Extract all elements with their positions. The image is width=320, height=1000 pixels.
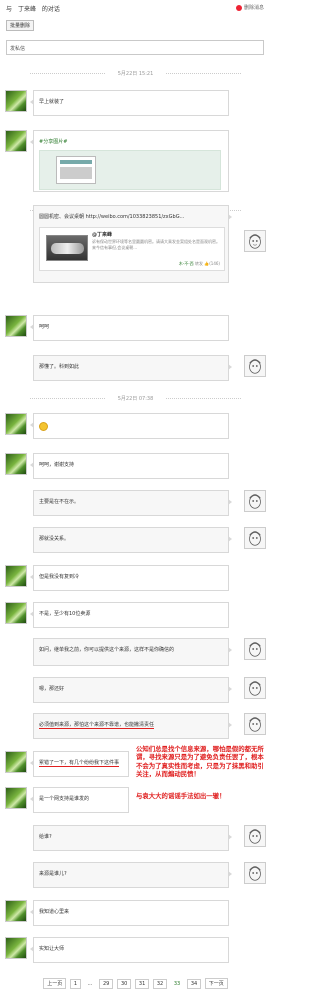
message-bubble: 圆圆机密、会议桌朝 http://weibo.com/1033823851/zx…	[33, 205, 232, 283]
avatar[interactable]	[5, 900, 27, 922]
contact-name[interactable]: 丁来峰	[18, 6, 36, 13]
message-bubble: 必须值到来源，那怕这个来源不靠谱，也能撇清责任	[33, 713, 232, 739]
message-bubble: 呵呵	[30, 315, 229, 341]
card-text: 诉有保动世界环境等名里圆圆机密。请请大乘发金案组处名是面观机密。来今信有事但,会…	[92, 239, 220, 250]
message-bubble: 来源是谁儿?	[33, 862, 232, 888]
message-bubble: 嗯，那还好	[33, 677, 232, 703]
message-bubble: 不是，至少有10位卖源	[30, 602, 229, 628]
avatar[interactable]	[244, 677, 266, 699]
avatar[interactable]	[244, 527, 266, 549]
conversation-list: 5月22日 15:21 早上就装了 #分享图片# 5月22日 07:48 圆圆机…	[0, 65, 271, 970]
message-bubble: 我知道心里来	[30, 900, 229, 926]
message-bubble: 那懂了。科到如此	[33, 355, 232, 381]
delete-icon	[235, 4, 242, 11]
page-link[interactable]: 30	[116, 979, 132, 989]
weibo-share-card[interactable]: @丁来峰 诉有保动世界环境等名里圆圆机密。请请大乘发金案组处名是面观机密。来今信…	[39, 227, 225, 271]
avatar[interactable]	[244, 355, 266, 377]
card-thumbnail[interactable]	[46, 235, 88, 261]
batch-delete-button[interactable]: 批量删除	[6, 20, 35, 31]
timestamp-divider: 5月22日 15:21	[0, 70, 271, 77]
message-bubble: 实知让大师	[30, 937, 229, 963]
message-bubble: 给谁?	[33, 825, 232, 851]
toolbar: 批量删除	[6, 20, 35, 31]
annotation-text: 与袁大大的谣谣手法如出一辙！	[136, 792, 226, 800]
avatar[interactable]	[5, 453, 27, 475]
message-bubble: 如问，继单我之前，你可以提供这个来源，这样不是你确信的	[33, 638, 232, 666]
annotation-text: 公知们总是找个信息来源，哪怕是假的都无所谓，寻找来源只是为了避免负责任罢了，根本…	[136, 745, 264, 779]
shared-image[interactable]	[39, 150, 221, 190]
avatar[interactable]	[244, 638, 266, 660]
message-bubble: 呵呵，谢谢支持	[30, 453, 229, 479]
page-ellipsis: ...	[84, 980, 96, 988]
smile-emoji-icon	[39, 422, 48, 431]
avatar[interactable]	[5, 90, 27, 112]
delete-messages-link[interactable]: 删除消息	[235, 4, 264, 11]
card-username[interactable]: @丁来峰	[92, 232, 112, 239]
avatar[interactable]	[5, 787, 27, 809]
current-page: 33	[170, 980, 184, 988]
card-footer: 木-不-西 转发 👍(146)	[178, 261, 220, 266]
avatar[interactable]	[244, 230, 266, 252]
message-bubble: 那就没关系。	[33, 527, 232, 553]
message-bubble: 累错了一下，有几个纷纷我下这件事	[30, 751, 129, 777]
avatar[interactable]	[244, 490, 266, 512]
message-bubble: 但是我没有复到冷	[30, 565, 229, 591]
message-bubble	[30, 413, 229, 439]
timestamp-divider: 5月22日 07:38	[0, 395, 271, 402]
page-link[interactable]: 29	[98, 979, 114, 989]
message-input[interactable]: 发私信	[6, 40, 264, 55]
prev-page-button[interactable]: 上一页	[43, 978, 67, 989]
conversation-header: 与 丁来峰 的对话 删除消息	[6, 3, 264, 13]
avatar[interactable]	[5, 602, 27, 624]
avatar[interactable]	[5, 565, 27, 587]
topic-link[interactable]: #分享图片#	[39, 139, 67, 145]
avatar[interactable]	[244, 825, 266, 847]
avatar[interactable]	[244, 713, 266, 735]
message-bubble: 主要是在不在示。	[33, 490, 232, 516]
page-link[interactable]: 31	[134, 979, 150, 989]
avatar[interactable]	[5, 315, 27, 337]
page-link[interactable]: 34	[186, 979, 202, 989]
page-link[interactable]: 32	[152, 979, 168, 989]
message-bubble: 是一个网支持是谁发的	[30, 787, 129, 813]
avatar[interactable]	[244, 862, 266, 884]
conversation-title: 与 丁来峰 的对话	[6, 6, 60, 13]
message-bubble: #分享图片#	[30, 130, 229, 192]
avatar[interactable]	[5, 937, 27, 959]
page-link[interactable]: 1	[69, 979, 81, 989]
pagination: 上一页 1 ... 29 30 31 32 33 34 下一页	[0, 978, 271, 989]
message-bubble: 早上就装了	[30, 90, 229, 116]
avatar[interactable]	[5, 413, 27, 435]
avatar[interactable]	[5, 130, 27, 152]
next-page-button[interactable]: 下一页	[204, 978, 228, 989]
avatar[interactable]	[5, 751, 27, 773]
